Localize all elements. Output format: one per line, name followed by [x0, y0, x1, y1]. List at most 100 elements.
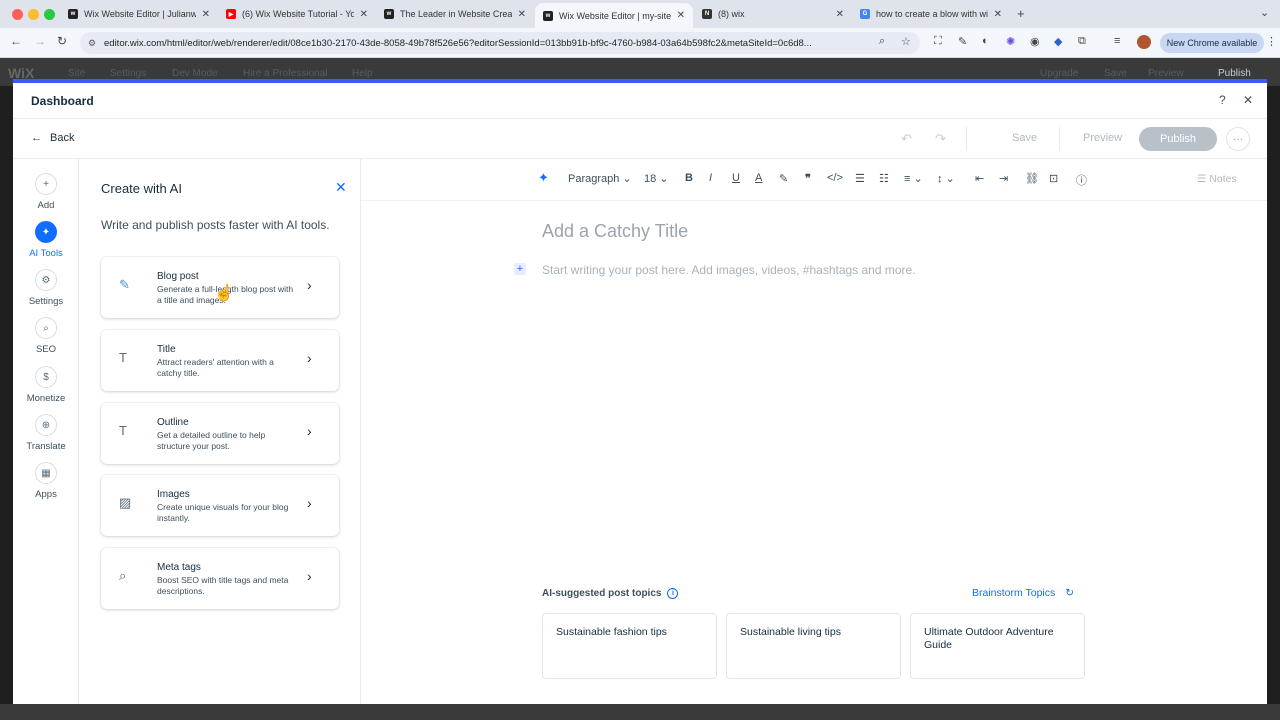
rail-label: Add	[37, 200, 55, 211]
close-tab-icon[interactable]: ✕	[202, 9, 210, 20]
puzzle-extensions-icon[interactable]: ⧉	[1078, 35, 1086, 48]
post-title-input[interactable]: Add a Catchy Title	[542, 221, 688, 242]
italic-icon[interactable]: I	[709, 172, 712, 184]
add-block-plus-icon[interactable]: +	[514, 263, 526, 275]
topic-card[interactable]: Sustainable fashion tips	[542, 613, 717, 679]
forward-arrow-icon[interactable]: →	[34, 34, 46, 48]
ai-card-title[interactable]: T Title Attract readers' attention with …	[101, 330, 339, 391]
close-tab-icon[interactable]: ✕	[360, 9, 368, 20]
minimize-window-button[interactable]	[28, 9, 39, 20]
bold-icon[interactable]: B	[685, 172, 693, 184]
post-body-input[interactable]: Start writing your post here. Add images…	[542, 263, 916, 277]
browser-tab[interactable]: w The Leader in Website Creati ✕	[376, 3, 534, 25]
extension-icon[interactable]: ◉	[1030, 35, 1040, 48]
redo-icon[interactable]: ↷	[935, 131, 946, 147]
close-tab-icon[interactable]: ✕	[677, 10, 685, 21]
chrome-menu-icon[interactable]: ⋮	[1266, 35, 1277, 48]
browser-tab[interactable]: G how to create a blow with wix ✕	[852, 3, 1010, 25]
ai-card-outline[interactable]: T Outline Get a detailed outline to help…	[101, 403, 339, 464]
new-chrome-label: New Chrome available	[1166, 38, 1258, 48]
wix-publish-button[interactable]: Publish	[1218, 68, 1251, 79]
pen-extension-icon[interactable]: ✎	[958, 35, 967, 48]
bookmark-star-icon[interactable]: ☆	[901, 35, 911, 48]
insert-anchor-icon[interactable]: ⊡	[1049, 172, 1058, 185]
maximize-window-button[interactable]	[44, 9, 55, 20]
undo-icon[interactable]: ↶	[901, 131, 912, 147]
notes-button[interactable]: ☰ Notes	[1197, 173, 1237, 185]
increase-indent-icon[interactable]: ⇥	[999, 172, 1008, 185]
new-chrome-available-button[interactable]: New Chrome available	[1160, 33, 1264, 53]
bulleted-list-icon[interactable]: ☷	[879, 172, 889, 185]
publish-button[interactable]: Publish	[1139, 127, 1217, 151]
brainstorm-topics-button[interactable]: Brainstorm Topics ↻	[972, 587, 1074, 599]
back-button[interactable]: ← Back	[31, 132, 74, 144]
underline-icon[interactable]: U	[732, 172, 740, 184]
rail-item-translate[interactable]: ⊕ Translate	[13, 414, 79, 452]
decrease-indent-icon[interactable]: ⇤	[975, 172, 984, 185]
line-spacing-dropdown-icon[interactable]: ↕ ⌄	[937, 172, 955, 185]
topic-card[interactable]: Sustainable living tips	[726, 613, 901, 679]
browser-tab[interactable]: ▶ (6) Wix Website Tutorial - You ✕	[218, 3, 376, 25]
rail-item-add[interactable]: + Add	[13, 173, 79, 211]
wix-menu-site[interactable]: Site	[68, 68, 85, 79]
wix-menu-help[interactable]: Help	[352, 68, 373, 79]
rail-item-monetize[interactable]: $ Monetize	[13, 366, 79, 404]
link-icon[interactable]: ⛓	[1025, 172, 1039, 185]
modal-title: Dashboard	[31, 94, 94, 108]
font-size-dropdown[interactable]: 18 ⌄	[644, 172, 669, 185]
site-info-icon[interactable]: ⚙	[88, 38, 96, 49]
quote-icon[interactable]: ❞	[805, 172, 811, 185]
screenshot-icon[interactable]: ⛶	[934, 35, 942, 48]
wix-menu-hire-professional[interactable]: Hire a Professional	[243, 68, 327, 79]
code-icon[interactable]: </>	[827, 172, 843, 184]
info-icon[interactable]: ⓘ	[1076, 172, 1087, 188]
back-arrow-icon[interactable]: ←	[10, 34, 22, 48]
topic-card[interactable]: Ultimate Outdoor Adventure Guide	[910, 613, 1085, 679]
close-window-button[interactable]	[12, 9, 23, 20]
wix-menu-settings[interactable]: Settings	[110, 68, 146, 79]
extension-icon[interactable]: ◐	[982, 35, 989, 47]
more-actions-button[interactable]: ···	[1226, 127, 1250, 151]
reload-icon[interactable]: ↻	[57, 34, 67, 48]
close-panel-icon[interactable]: ✕	[335, 179, 347, 196]
left-rail: + Add ✦ AI Tools ⚙ Settings ⌕ SEO $ Mone…	[13, 159, 79, 704]
wix-menu-dev-mode[interactable]: Dev Mode	[172, 68, 218, 79]
save-button[interactable]: Save	[1012, 132, 1037, 144]
rail-item-apps[interactable]: ▦ Apps	[13, 462, 79, 500]
tab-title: Wix Website Editor | my-site-	[559, 10, 671, 21]
highlight-icon[interactable]: ✎	[779, 172, 788, 185]
close-modal-icon[interactable]: ✕	[1243, 93, 1253, 107]
extension-icon[interactable]: ✺	[1006, 35, 1015, 48]
wix-preview-link[interactable]: Preview	[1148, 68, 1184, 79]
rail-item-ai-tools[interactable]: ✦ AI Tools	[13, 221, 79, 259]
rail-item-settings[interactable]: ⚙ Settings	[13, 269, 79, 307]
browser-tab[interactable]: w Wix Website Editor | Julianwe ✕	[60, 3, 218, 25]
ai-sparkle-icon[interactable]: ✦	[538, 170, 549, 186]
extension-icon[interactable]: ◆	[1054, 35, 1062, 48]
browser-tab-active[interactable]: w Wix Website Editor | my-site- ✕	[535, 3, 693, 28]
info-icon[interactable]: i	[667, 588, 679, 599]
alignment-dropdown-icon[interactable]: ≡ ⌄	[904, 172, 923, 185]
wix-save-link[interactable]: Save	[1104, 68, 1127, 79]
preview-button[interactable]: Preview	[1083, 132, 1122, 144]
help-icon[interactable]: ?	[1219, 93, 1226, 107]
card-description: Create unique visuals for your blog inst…	[157, 502, 289, 523]
tab-search-chevron-icon[interactable]: ⌄	[1260, 6, 1269, 19]
profile-avatar[interactable]	[1137, 35, 1151, 49]
browser-tab[interactable]: N (8) wix ✕	[694, 3, 852, 25]
close-tab-icon[interactable]: ✕	[518, 9, 526, 20]
rail-item-seo[interactable]: ⌕ SEO	[13, 317, 79, 355]
zoom-icon[interactable]: ⌕	[879, 35, 885, 48]
ai-card-meta-tags[interactable]: ⌕ Meta tags Boost SEO with title tags an…	[101, 548, 339, 609]
paragraph-style-dropdown[interactable]: Paragraph ⌄	[568, 172, 632, 185]
wix-upgrade-link[interactable]: Upgrade	[1040, 68, 1078, 79]
numbered-list-icon[interactable]: ☰	[855, 172, 865, 185]
new-tab-icon[interactable]: +	[1017, 6, 1025, 21]
close-tab-icon[interactable]: ✕	[836, 9, 844, 20]
reading-list-icon[interactable]: ≡	[1114, 35, 1120, 47]
text-color-icon[interactable]: A	[755, 172, 762, 184]
ai-card-images[interactable]: ▨ Images Create unique visuals for your …	[101, 475, 339, 536]
close-tab-icon[interactable]: ✕	[994, 9, 1002, 20]
address-bar[interactable]: ⚙ editor.wix.com/html/editor/web/rendere…	[80, 32, 920, 54]
dollar-icon: $	[35, 366, 57, 388]
